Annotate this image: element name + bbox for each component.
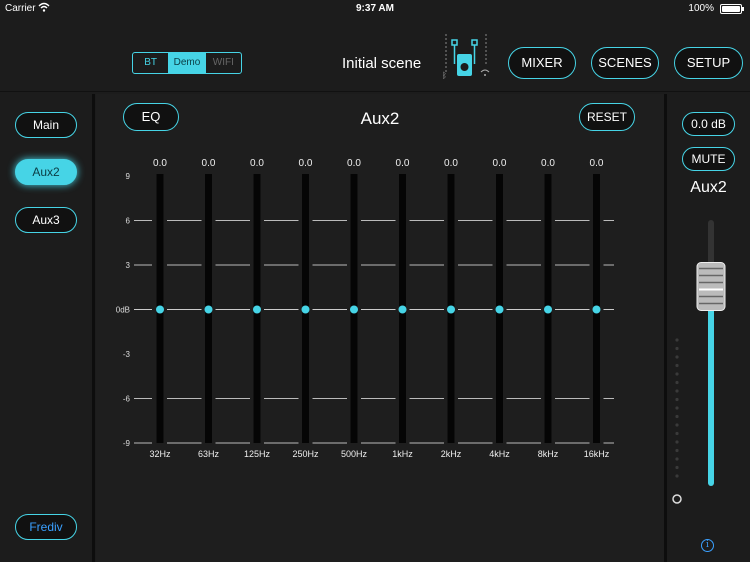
meter-segment — [675, 406, 679, 410]
eq-band-handle[interactable] — [301, 305, 310, 314]
fader-fill — [708, 286, 714, 486]
channel-button-aux3[interactable]: Aux3 — [15, 207, 77, 233]
svg-text:ᛒ: ᛒ — [442, 71, 447, 80]
eq-band-handle[interactable] — [204, 305, 213, 314]
mute-button[interactable]: MUTE — [682, 147, 735, 171]
meter-segment — [675, 457, 679, 461]
meter-segment — [675, 474, 679, 478]
connection-mode-selector[interactable]: BT Demo WIFI — [132, 52, 242, 74]
meter-indicator — [672, 494, 682, 504]
meter-segment — [675, 389, 679, 393]
channel-fader[interactable] — [667, 210, 750, 510]
eq-scale-label: 3 — [126, 261, 131, 270]
eq-band-gain-label: 0.0 — [590, 158, 604, 169]
setup-button[interactable]: SETUP — [674, 47, 743, 79]
eq-scale-label: 6 — [126, 217, 131, 226]
eq-graph[interactable]: 9 6 3 0dB -3 -6 -9 0.0 32Hz 0.0 63Hz 0.0 125Hz 0.0 250… — [96, 150, 664, 470]
meter-segment — [675, 346, 679, 351]
speaker-device-icon: ᛒ — [442, 34, 490, 80]
eq-band-handle[interactable] — [544, 305, 552, 314]
eq-band-gain-label: 0.0 — [541, 158, 555, 169]
eq-band-freq-label: 1kHz — [392, 449, 413, 459]
eq-scale-label: 9 — [126, 172, 131, 181]
frediv-button[interactable]: Frediv — [15, 514, 77, 540]
eq-band-handle[interactable] — [495, 305, 504, 314]
mode-demo[interactable]: Demo — [169, 53, 206, 73]
battery-percent: 100% — [688, 3, 714, 14]
meter-segment — [675, 355, 679, 359]
eq-band-handle[interactable] — [398, 305, 407, 314]
channel-name: Aux2 — [690, 179, 727, 196]
eq-band-freq-label: 500Hz — [341, 449, 368, 459]
eq-band-freq-label: 16kHz — [584, 449, 610, 459]
status-bar: Carrier 9:37 AM 100% — [0, 0, 750, 18]
eq-band-gain-label: 0.0 — [202, 158, 216, 169]
eq-scale-label: 0dB — [116, 306, 130, 315]
meter-segment — [675, 397, 679, 402]
eq-band-handle[interactable] — [253, 305, 261, 314]
scenes-button[interactable]: SCENES — [591, 47, 659, 79]
eq-scale-label: -3 — [123, 350, 131, 359]
level-readout[interactable]: 0.0 dB — [682, 112, 735, 136]
eq-band-freq-label: 63Hz — [198, 449, 220, 459]
eq-band-freq-label: 4kHz — [489, 449, 510, 459]
eq-band-freq-label: 2kHz — [441, 449, 462, 459]
eq-band-handle[interactable] — [156, 305, 164, 314]
meter-segment — [675, 363, 679, 368]
mixer-button[interactable]: MIXER — [508, 47, 576, 79]
eq-band-gain-label: 0.0 — [444, 158, 458, 169]
eq-band-freq-label: 32Hz — [149, 449, 171, 459]
info-icon[interactable]: i — [701, 539, 714, 552]
eq-scale-label: -6 — [123, 395, 131, 404]
meter-segment — [675, 338, 679, 342]
eq-band-gain-label: 0.0 — [347, 158, 361, 169]
scene-name: Initial scene — [342, 55, 422, 72]
mode-wifi[interactable]: WIFI — [206, 53, 241, 73]
eq-band-gain-label: 0.0 — [299, 158, 313, 169]
meter-segment — [675, 448, 679, 453]
meter-segment — [675, 440, 679, 444]
eq-band-gain-label: 0.0 — [396, 158, 410, 169]
meter-segment — [675, 431, 679, 436]
eq-band-handle[interactable] — [350, 305, 358, 314]
eq-band-freq-label: 8kHz — [538, 449, 559, 459]
meter-segment — [675, 380, 679, 385]
meter-segment — [675, 465, 679, 470]
reset-button[interactable]: RESET — [579, 103, 635, 131]
channel-button-main[interactable]: Main — [15, 112, 77, 138]
eq-band-freq-label: 125Hz — [244, 449, 271, 459]
mode-bt[interactable]: BT — [133, 53, 170, 73]
eq-band-handle[interactable] — [592, 305, 601, 314]
meter-segment — [675, 372, 679, 376]
battery-icon — [720, 4, 744, 14]
meter-segment — [675, 423, 679, 427]
eq-scale-label: -9 — [123, 439, 131, 448]
eq-band-gain-label: 0.0 — [493, 158, 507, 169]
meter-segment — [675, 414, 679, 419]
eq-band-gain-label: 0.0 — [153, 158, 167, 169]
divider — [92, 94, 95, 562]
channel-button-aux2[interactable]: Aux2 — [15, 159, 77, 185]
eq-band-handle[interactable] — [447, 305, 455, 314]
clock: 9:37 AM — [356, 3, 394, 14]
top-bar: BT Demo WIFI Initial scene ᛒ MIXER SCENES … — [0, 18, 750, 92]
eq-band-freq-label: 250Hz — [292, 449, 319, 459]
eq-band-gain-label: 0.0 — [250, 158, 264, 169]
